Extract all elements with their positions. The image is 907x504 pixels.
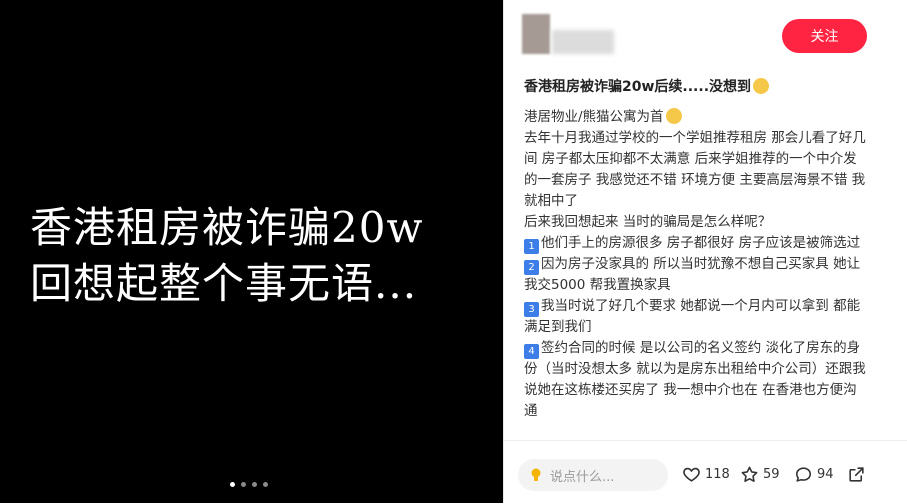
- heart-icon: [683, 467, 700, 482]
- comment-input[interactable]: 说点什么...: [518, 459, 668, 491]
- interaction-bar: 说点什么... 118 59 94: [504, 440, 907, 504]
- post-title-text: 香港租房被诈骗20w后续.....没想到: [524, 79, 752, 95]
- pencil-bulb-icon: [531, 468, 541, 481]
- point-text: 他们手上的房源很多 房子都很好 房子应该是被筛选过: [541, 235, 861, 251]
- carousel-dot[interactable]: [241, 482, 246, 487]
- follow-button[interactable]: 关注: [782, 19, 867, 53]
- cover-text-line-2: 回想起整个事无语...: [30, 259, 418, 308]
- carousel-indicator: [230, 482, 268, 487]
- post-detail-panel: 关注 香港租房被诈骗20w后续.....没想到 港居物业/熊猫公寓为首 去年十月…: [503, 0, 907, 504]
- point-text: 签约合同的时候 是以公司的名义签约 淡化了房东的身份（当时没想太多 就以为是房东…: [524, 340, 866, 419]
- carousel-dot-active[interactable]: [230, 482, 235, 487]
- post-body: 港居物业/熊猫公寓为首 去年十月我通过学校的一个学姐推荐租房 那会儿看了好几间 …: [524, 107, 869, 422]
- cover-text-line-1: 香港租房被诈骗20w: [30, 203, 424, 252]
- number-badge-icon: 2: [524, 260, 539, 275]
- author-name-blurred[interactable]: [552, 30, 614, 54]
- comment-icon: [795, 467, 812, 482]
- paragraph-text: 港居物业/熊猫公寓为首: [524, 109, 664, 125]
- point-text: 我当时说了好几个要求 她都说一个月内可以拿到 都能满足到我们: [524, 298, 861, 335]
- post-title: 香港租房被诈骗20w后续.....没想到: [524, 76, 770, 96]
- share-button[interactable]: [847, 465, 866, 484]
- carousel-dot[interactable]: [263, 482, 268, 487]
- share-icon: [849, 467, 864, 482]
- post-point: 3 我当时说了好几个要求 她都说一个月内可以拿到 都能满足到我们: [524, 296, 869, 338]
- comment-placeholder: 说点什么...: [550, 469, 615, 485]
- post-paragraph: 港居物业/熊猫公寓为首: [524, 107, 869, 128]
- star-icon: [741, 466, 758, 482]
- like-count: 118: [705, 467, 730, 482]
- post-viewer: 香港租房被诈骗20w 回想起整个事无语... 关注 香港租房被诈骗20w后续..…: [0, 0, 907, 504]
- point-text: 因为房子没家具的 所以当时犹豫不想自己买家具 她让我交5000 帮我置换家具: [524, 256, 861, 293]
- post-point: 4 签约合同的时候 是以公司的名义签约 淡化了房东的身份（当时没想太多 就以为是房…: [524, 338, 869, 422]
- post-content[interactable]: 香港租房被诈骗20w后续.....没想到 港居物业/熊猫公寓为首 去年十月我通过…: [504, 68, 907, 440]
- star-count: 59: [763, 467, 780, 482]
- post-point: 1 他们手上的房源很多 房子都很好 房子应该是被筛选过: [524, 233, 869, 254]
- carousel-dot[interactable]: [252, 482, 257, 487]
- collect-button[interactable]: 59: [740, 465, 780, 484]
- number-badge-icon: 4: [524, 344, 539, 359]
- image-carousel[interactable]: 香港租房被诈骗20w 回想起整个事无语...: [0, 0, 503, 503]
- rolling-eyes-emoji-icon: [665, 108, 682, 124]
- post-paragraph: 后来我回想起来 当时的骗局是怎么样呢？: [524, 214, 772, 230]
- like-button[interactable]: 118: [682, 465, 730, 484]
- comments-button[interactable]: 94: [794, 465, 834, 484]
- post-point: 2 因为房子没家具的 所以当时犹豫不想自己买家具 她让我交5000 帮我置换家具: [524, 254, 869, 296]
- number-badge-icon: 3: [524, 302, 539, 317]
- comment-count: 94: [817, 467, 834, 482]
- number-badge-icon: 1: [524, 239, 539, 254]
- flushed-face-emoji-icon: [753, 78, 770, 94]
- post-paragraph: 去年十月我通过学校的一个学姐推荐租房 那会儿看了好几间 房子都太压抑都不太满意 …: [524, 130, 866, 209]
- avatar[interactable]: [522, 14, 550, 54]
